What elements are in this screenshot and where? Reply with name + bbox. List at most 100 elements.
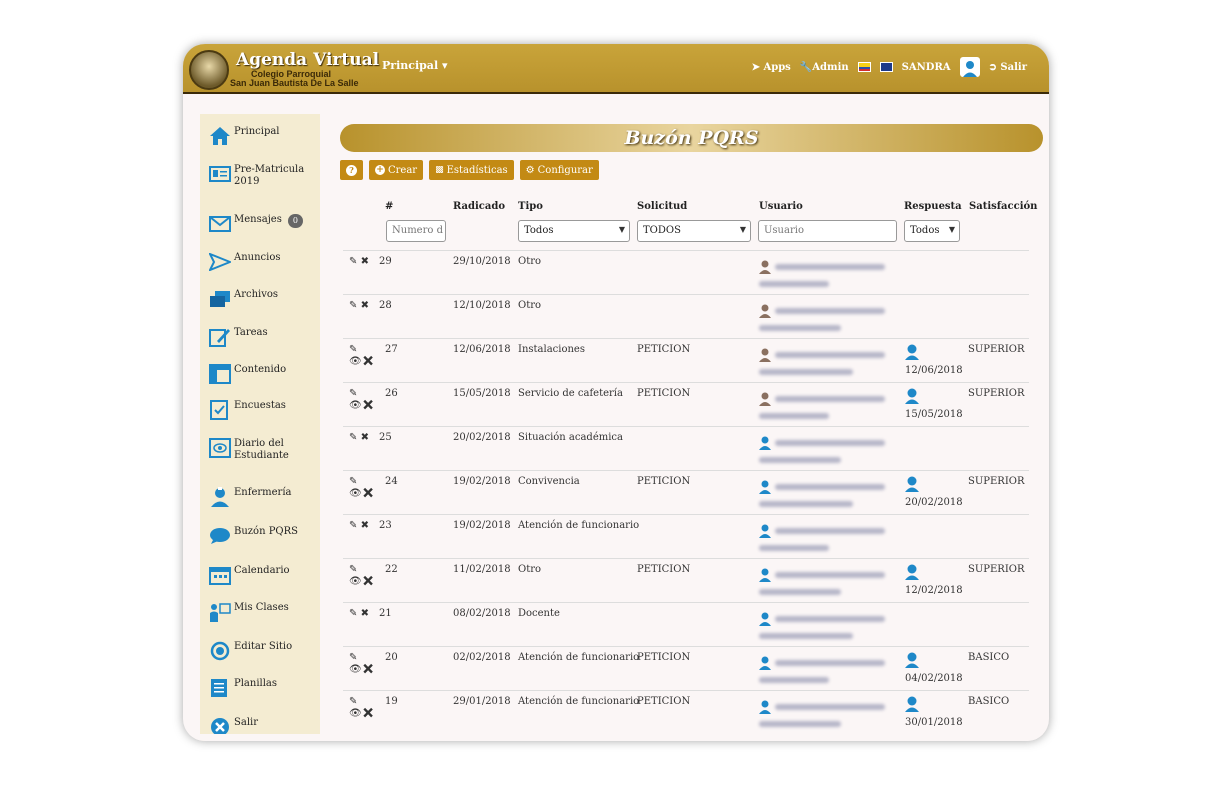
top-navbar: Agenda Virtual Colegio Parroquial San Ju… [183,44,1049,94]
sidebar-item-contenido[interactable]: Contenido [209,364,286,384]
estadisticas-button[interactable]: ▩ Estadísticas [429,160,514,180]
delete-icon[interactable]: ✖ [361,608,369,619]
edit-icon[interactable]: ✎ [349,344,357,355]
delete-icon[interactable]: ✖ [362,356,375,367]
sidebar-item-label: Enfermería [234,487,292,498]
responder-avatar-icon [905,564,919,584]
delete-icon[interactable]: ✖ [361,300,369,311]
configurar-button[interactable]: ⚙ Configurar [519,160,599,180]
delete-icon[interactable]: ✖ [361,432,369,443]
view-icon[interactable]: 👁 [349,356,362,367]
row-id: 22 [385,564,398,575]
edit-icon[interactable]: ✎ [349,388,357,399]
configurar-label: Configurar [537,164,593,176]
edit-icon[interactable]: ✎ [349,652,357,663]
view-icon[interactable]: 👁 [349,488,362,499]
tipo-filter-select[interactable]: Todos ▼ [518,220,630,242]
user-cell-redacted [759,564,885,601]
sidebar-item-buzon[interactable]: Buzón PQRS [209,526,298,546]
delete-icon[interactable]: ✖ [362,708,375,719]
delete-icon[interactable]: ✖ [362,664,375,675]
usuario-filter-input[interactable]: Usuario [758,220,897,242]
row-id: 29 [379,256,392,267]
sidebar-item-anuncios[interactable]: Anuncios [209,252,281,272]
sidebar-item-mis-clases[interactable]: Mis Clases [209,602,289,622]
chevron-down-icon: ▼ [618,225,625,234]
table-row[interactable]: ✎ 👁✖ 27 12/06/2018 Instalaciones PETICION 12/0… [343,338,1029,383]
table-row[interactable]: ✎ 👁✖ 26 15/05/2018 Servicio de cafetería PETI… [343,382,1029,427]
edit-icon[interactable]: ✎ [349,256,357,267]
user-name[interactable]: SANDRA [902,62,951,73]
table-row[interactable]: ✎ ✖ 29 29/10/2018 Otro [343,250,1029,295]
bar-chart-icon: ▩ [435,165,444,175]
app-title[interactable]: Agenda Virtual [236,50,379,70]
admin-link[interactable]: 🔧Admin [800,62,849,73]
table-row[interactable]: ✎ 👁✖ 20 02/02/2018 Atención de funcionario PE… [343,646,1029,691]
sidebar-item-tareas[interactable]: Tareas [209,327,268,347]
header-satisfaccion[interactable]: Satisfacción [969,201,1037,212]
id-card-icon [209,164,231,184]
header-usuario[interactable]: Usuario [759,201,803,212]
sidebar-item-editar-sitio[interactable]: Editar Sitio [209,641,292,661]
english-flag-icon[interactable] [879,62,893,72]
edit-icon[interactable]: ✎ [349,608,357,619]
edit-icon[interactable]: ✎ [349,476,357,487]
help-button[interactable]: ? [340,160,363,180]
sidebar-item-diario[interactable]: Diario del Estudiante [209,438,314,462]
row-actions: ✎ 👁✖ [349,652,379,676]
num-filter-input[interactable]: Numero d [386,220,446,242]
view-icon[interactable]: 👁 [349,664,362,675]
delete-icon[interactable]: ✖ [362,576,375,587]
row-tipo: Situación académica [518,432,623,443]
table-row[interactable]: ✎ 👁✖ 19 29/01/2018 Atención de funcionario PE… [343,690,1029,735]
view-icon[interactable]: 👁 [349,576,362,587]
delete-icon[interactable]: ✖ [361,520,369,531]
view-icon[interactable]: 👁 [349,708,362,719]
responder-avatar-icon [905,652,919,672]
wrench-icon: 🔧 [799,61,813,73]
solicitud-filter-select[interactable]: TODOS ▼ [637,220,751,242]
edit-icon[interactable]: ✎ [349,564,357,575]
school-logo[interactable] [189,50,229,90]
sidebar-item-prematricula[interactable]: Pre-Matricula 2019 [209,164,314,188]
sidebar-item-principal[interactable]: Principal [209,126,280,146]
view-icon[interactable]: 👁 [349,400,362,411]
table-row[interactable]: ✎ 👁✖ 24 19/02/2018 Convivencia PETICION 20/02/… [343,470,1029,515]
sidebar-item-enfermeria[interactable]: Enfermería [209,487,291,507]
table-row[interactable]: ✎ 👁✖ 22 11/02/2018 Otro PETICION 12/02/2018 SUP… [343,558,1029,603]
sidebar-item-planillas[interactable]: Planillas [209,678,277,698]
user-avatar-icon[interactable] [959,57,980,77]
spanish-flag-icon[interactable] [857,62,871,72]
header-tipo[interactable]: Tipo [518,201,543,212]
table-row[interactable]: ✎ ✖ 21 08/02/2018 Docente [343,602,1029,647]
user-avatar-icon [759,348,771,362]
edit-icon[interactable]: ✎ [349,696,357,707]
header-radicado[interactable]: Radicado [453,201,505,212]
header-respuesta[interactable]: Respuesta [904,201,962,212]
table-row[interactable]: ✎ ✖ 25 20/02/2018 Situación académica [343,426,1029,471]
user-cell-redacted [759,696,885,733]
delete-icon[interactable]: ✖ [361,256,369,267]
edit-icon[interactable]: ✎ [349,520,357,531]
table-row[interactable]: ✎ ✖ 23 19/02/2018 Atención de funcionario [343,514,1029,559]
apps-link[interactable]: ➤ Apps [752,62,791,73]
row-radicado: 19/02/2018 [453,520,511,531]
row-actions: ✎ ✖ [349,300,379,312]
edit-icon[interactable]: ✎ [349,300,357,311]
header-num[interactable]: # [385,201,393,212]
edit-icon[interactable]: ✎ [349,432,357,443]
sidebar-item-encuestas[interactable]: Encuestas [209,400,286,420]
respuesta-filter-select[interactable]: Todos ▼ [904,220,960,242]
sidebar-item-label: Encuestas [234,400,286,411]
sidebar-item-calendario[interactable]: Calendario [209,565,290,585]
delete-icon[interactable]: ✖ [362,400,375,411]
sidebar-item-mensajes[interactable]: Mensajes 0 [209,214,303,234]
crear-button[interactable]: + Crear [369,160,424,180]
logout-link[interactable]: ➲ Salir [989,62,1027,73]
row-radicado: 08/02/2018 [453,608,511,619]
table-row[interactable]: ✎ ✖ 28 12/10/2018 Otro [343,294,1029,339]
sidebar-item-archivos[interactable]: Archivos [209,289,278,309]
principal-dropdown[interactable]: Principal ▾ [382,59,447,72]
delete-icon[interactable]: ✖ [362,488,375,499]
header-solicitud[interactable]: Solicitud [637,201,687,212]
